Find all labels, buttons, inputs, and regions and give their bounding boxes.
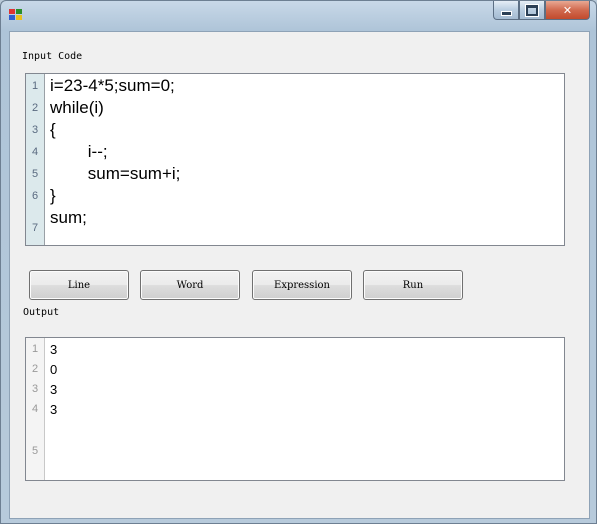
line-number: 3 [31, 383, 39, 395]
caption-buttons: ✕ [493, 1, 590, 21]
code-line: { [50, 120, 56, 139]
output-line: 0 [50, 362, 58, 377]
code-line-gutter: 1 2 3 4 5 6 7 [26, 74, 45, 245]
input-code-editor[interactable]: 1 2 3 4 5 6 7 i=23-4*5;sum=0; while(i) {… [25, 73, 565, 246]
maximize-icon [526, 4, 538, 16]
title-bar[interactable]: ✕ [1, 1, 596, 27]
output-box[interactable]: 1 2 3 4 5 3 0 3 3 [25, 337, 565, 481]
code-line: i=23-4*5;sum=0; [50, 76, 175, 95]
output-label: Output [23, 307, 60, 318]
line-button[interactable]: Line [29, 270, 129, 300]
output-line: 3 [50, 342, 58, 357]
maximize-button[interactable] [519, 1, 545, 20]
output-line: 3 [50, 382, 58, 397]
close-icon: ✕ [562, 3, 573, 17]
output-line: 3 [50, 402, 58, 417]
app-window: ✕ Input Code 1 2 3 4 5 6 7 i=23-4*5;sum=… [0, 0, 597, 524]
line-number: 5 [31, 445, 39, 457]
line-number: 2 [31, 363, 39, 375]
close-button[interactable]: ✕ [545, 1, 590, 20]
minimize-button[interactable] [493, 1, 519, 20]
code-line: sum; [50, 208, 87, 227]
line-number: 6 [31, 190, 39, 202]
line-number: 5 [31, 168, 39, 180]
output-line-gutter: 1 2 3 4 5 [26, 338, 45, 480]
expression-button[interactable]: Expression [252, 270, 352, 300]
word-button[interactable]: Word [140, 270, 240, 300]
line-number: 2 [31, 102, 39, 114]
line-number: 3 [31, 124, 39, 136]
minimize-icon [500, 10, 512, 16]
code-line: while(i) [50, 98, 104, 117]
code-line: } [50, 186, 56, 205]
line-number: 1 [31, 343, 39, 355]
line-number: 7 [31, 222, 39, 234]
app-icon[interactable] [9, 9, 23, 21]
line-number: 4 [31, 403, 39, 415]
code-line: sum=sum+i; [50, 164, 181, 183]
code-line: i--; [50, 142, 108, 161]
line-number: 4 [31, 146, 39, 158]
input-code-label: Input Code [22, 51, 83, 62]
line-number: 1 [31, 80, 39, 92]
form-client-area: Input Code 1 2 3 4 5 6 7 i=23-4*5;sum=0;… [9, 31, 590, 519]
run-button[interactable]: Run [363, 270, 463, 300]
